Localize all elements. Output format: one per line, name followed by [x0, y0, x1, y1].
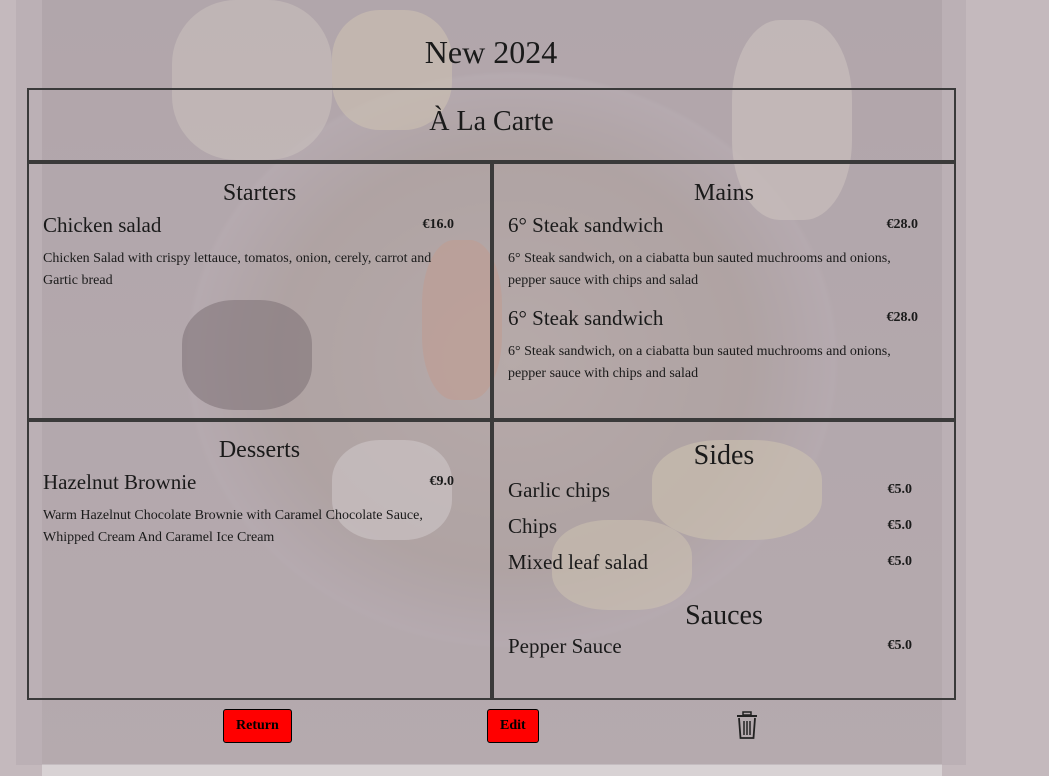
item-description: Warm Hazelnut Chocolate Brownie with Car…	[43, 508, 423, 545]
item-price: €16.0	[422, 217, 455, 232]
return-button[interactable]: Return	[223, 709, 292, 743]
item-price: €28.0	[886, 310, 919, 325]
item-description: 6° Steak sandwich, on a ciabatta bun sau…	[508, 251, 891, 288]
menu-item: Mixed leaf salad €5.0	[494, 550, 954, 586]
bottom-strip	[42, 764, 942, 776]
item-name: Chicken salad	[43, 213, 162, 237]
menu-item: Garlic chips €5.0	[494, 478, 954, 514]
desserts-section: Desserts Hazelnut Brownie €9.0 Warm Haze…	[27, 420, 492, 700]
sides-section: Sides Garlic chips €5.0 Chips €5.0 Mixed…	[492, 420, 956, 700]
menu-item: Hazelnut Brownie €9.0 Warm Hazelnut Choc…	[29, 470, 490, 549]
item-name: 6° Steak sandwich	[508, 306, 664, 330]
menu-item: Chicken salad €16.0 Chicken Salad with c…	[29, 213, 490, 292]
section-title: Starters	[222, 180, 297, 206]
item-price: €28.0	[886, 217, 919, 232]
trash-icon[interactable]	[735, 711, 759, 739]
menu-item: Pepper Sauce €5.0	[494, 634, 954, 670]
section-title: Mains	[694, 180, 754, 206]
item-price: €5.0	[887, 482, 913, 497]
section-title: Sauces	[685, 600, 763, 631]
item-name: 6° Steak sandwich	[508, 213, 664, 237]
action-bar: Return Edit	[0, 709, 982, 743]
item-description: 6° Steak sandwich, on a ciabatta bun sau…	[508, 344, 891, 381]
section-title: Sides	[693, 440, 755, 471]
item-name: Pepper Sauce	[508, 634, 622, 658]
menu-header: À La Carte	[429, 106, 554, 137]
item-name: Hazelnut Brownie	[43, 470, 197, 494]
item-price: €9.0	[429, 474, 455, 489]
item-price: €5.0	[887, 554, 913, 569]
menu-table: À La Carte Starters Chicken salad €16.0 …	[27, 88, 956, 700]
menu-item: 6° Steak sandwich €28.0 6° Steak sandwic…	[494, 213, 954, 292]
item-price: €5.0	[887, 638, 913, 653]
item-description: Chicken Salad with crispy lettauce, toma…	[43, 251, 432, 288]
section-title: Desserts	[218, 437, 301, 463]
item-name: Mixed leaf salad	[508, 550, 648, 574]
menu-header-cell: À La Carte	[27, 88, 956, 162]
starters-section: Starters Chicken salad €16.0 Chicken Sal…	[27, 162, 492, 420]
mains-section: Mains 6° Steak sandwich €28.0 6° Steak s…	[492, 162, 956, 420]
edit-button[interactable]: Edit	[487, 709, 539, 743]
item-name: Chips	[508, 514, 558, 538]
item-price: €5.0	[887, 518, 913, 533]
menu-item: 6° Steak sandwich €28.0 6° Steak sandwic…	[494, 306, 954, 385]
item-name: Garlic chips	[508, 478, 611, 502]
page-title: New 2024	[424, 34, 558, 70]
menu-item: Chips €5.0	[494, 514, 954, 550]
